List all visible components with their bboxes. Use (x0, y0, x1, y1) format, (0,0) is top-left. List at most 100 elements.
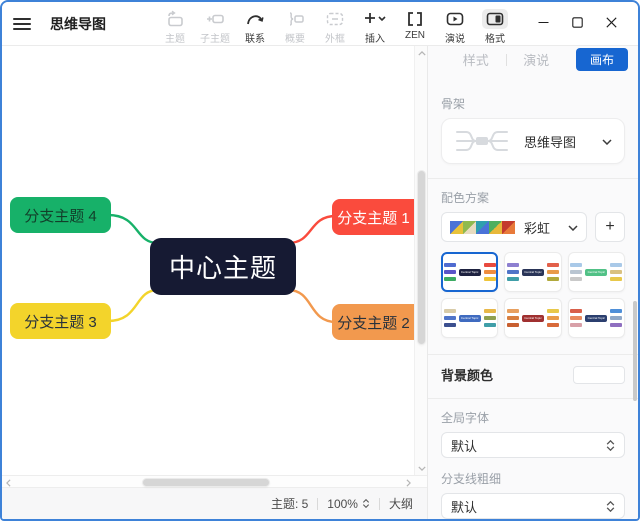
zoom-control[interactable]: 100% (327, 497, 370, 511)
status-separator (378, 497, 380, 510)
theme-thumbnail[interactable]: Central Topic (567, 252, 625, 292)
mini-branch-pill (443, 309, 456, 313)
mini-central-topic: Central Topic (521, 314, 544, 322)
summary-button[interactable]: 概要 (276, 7, 314, 47)
relation-button[interactable]: 联系 (236, 7, 274, 47)
theme-thumbnails: Central Topic Central Topic Central Topic C… (441, 252, 625, 338)
mini-branch-pill (570, 263, 583, 267)
mindmap-canvas[interactable]: 中心主题 分支主题 1 分支主题 2 分支主题 3 分支主题 4 (2, 46, 427, 475)
scroll-down-arrow-icon[interactable] (415, 462, 427, 474)
color-scheme-dropdown[interactable]: 彩虹 (441, 212, 587, 242)
mini-branch-pill (483, 323, 496, 327)
add-color-scheme-button[interactable]: + (595, 212, 625, 242)
theme-thumbnail[interactable]: Central Topic (504, 298, 562, 338)
zoom-stepper-icon[interactable] (362, 499, 370, 508)
outline-button[interactable]: 大纲 (389, 495, 413, 512)
insert-icon (360, 9, 390, 29)
branch-line-width-dropdown[interactable]: 默认 (441, 493, 625, 519)
divider (428, 398, 638, 399)
skeleton-dropdown[interactable]: 思维导图 (441, 118, 625, 164)
divider (428, 354, 638, 355)
tab-pitch[interactable]: 演说 (507, 50, 567, 69)
topic-button[interactable]: 主题 (156, 7, 194, 47)
mini-branch-pill (483, 270, 496, 274)
horizontal-scrollbar[interactable] (2, 475, 427, 488)
stepper-icon (606, 439, 615, 451)
branch-topic-4-node[interactable]: 分支主题 4 (10, 197, 111, 233)
mini-central-topic: Central Topic (458, 268, 481, 276)
mini-branch-pill (546, 323, 559, 327)
theme-thumbnail[interactable]: Central Topic (567, 298, 625, 338)
branch-topic-3-node[interactable]: 分支主题 3 (10, 303, 111, 339)
hamburger-icon (13, 15, 31, 33)
subtopic-icon (202, 9, 228, 29)
mini-branch-pill (506, 270, 519, 274)
mini-branch-pill (610, 309, 623, 313)
vertical-scroll-thumb[interactable] (417, 170, 426, 345)
insert-button[interactable]: 插入 (356, 7, 394, 47)
horizontal-scroll-thumb[interactable] (142, 478, 270, 487)
maximize-button[interactable] (564, 12, 590, 32)
stepper-icon (606, 500, 615, 512)
mini-branch-pill (610, 277, 623, 281)
mini-central-topic: Central Topic (585, 314, 608, 322)
background-color-swatch[interactable] (573, 365, 625, 384)
branch-line-width-value: 默认 (451, 499, 478, 515)
skeleton-value: 思维导图 (524, 134, 577, 150)
branch-topic-2-node[interactable]: 分支主题 2 (332, 304, 415, 340)
color-chip (489, 220, 502, 234)
format-button[interactable]: 格式 (476, 7, 514, 47)
mini-branch-pill (570, 277, 583, 281)
mini-central-topic: Central Topic (585, 268, 608, 276)
theme-thumbnail[interactable]: Central Topic (504, 252, 562, 292)
scroll-left-arrow-icon[interactable] (2, 476, 14, 489)
mini-central-topic: Central Topic (521, 268, 544, 276)
background-color-label: 背景颜色 (441, 368, 494, 383)
format-panel-icon (482, 9, 508, 29)
mini-branch-pill (570, 270, 583, 274)
mini-branch-pill (570, 323, 583, 327)
scroll-right-arrow-icon[interactable] (402, 476, 414, 489)
mini-branch-pill (483, 309, 496, 313)
menu-button[interactable] (2, 2, 42, 45)
branch-topic-1-node[interactable]: 分支主题 1 (332, 199, 415, 235)
boundary-button[interactable]: 外框 (316, 7, 354, 47)
mini-branch-pill (546, 263, 559, 267)
tab-canvas[interactable]: 画布 (576, 48, 629, 71)
global-font-dropdown[interactable]: 默认 (441, 432, 625, 458)
theme-thumbnail[interactable]: Central Topic (441, 298, 499, 338)
skeleton-label: 骨架 (441, 97, 466, 111)
canvas-column: 中心主题 分支主题 1 分支主题 2 分支主题 3 分支主题 4 主题: 5 1… (2, 46, 427, 519)
pitch-play-icon (442, 9, 468, 29)
close-button[interactable] (598, 12, 624, 32)
mini-branch-pill (610, 263, 623, 267)
mini-branch-pill (506, 309, 519, 313)
mini-central-topic: Central Topic (458, 314, 481, 322)
vertical-scrollbar[interactable] (414, 46, 427, 475)
mini-branch-pill (506, 316, 519, 320)
boundary-icon (322, 9, 348, 29)
mini-branch-pill (483, 277, 496, 281)
status-bar: 主题: 5 100% 大纲 (2, 488, 427, 519)
scroll-up-arrow-icon[interactable] (415, 47, 427, 59)
window-controls (514, 2, 638, 45)
relation-icon (242, 9, 268, 29)
theme-thumbnail[interactable]: Central Topic (441, 252, 499, 292)
panel-scroll-thumb[interactable] (633, 301, 637, 401)
subtopic-button[interactable]: 子主题 (196, 7, 234, 47)
mindmap-skeleton-icon (456, 131, 508, 151)
mini-branch-pill (443, 277, 456, 281)
mini-branch-pill (546, 277, 559, 281)
zen-button[interactable]: ZEN (396, 7, 434, 43)
toolbar: 主题 子主题 联系 概要 外框 插入 ZEN 演说 格式 (156, 2, 514, 45)
central-topic-node[interactable]: 中心主题 (150, 238, 296, 295)
mini-branch-pill (483, 263, 496, 267)
branch-line-width-label: 分支线粗细 (441, 472, 502, 486)
mini-branch-pill (443, 316, 456, 320)
pitch-button[interactable]: 演说 (436, 7, 474, 47)
chevron-down-icon (568, 218, 578, 236)
minimize-button[interactable] (530, 12, 556, 32)
summary-icon (282, 9, 308, 29)
tab-style[interactable]: 样式 (446, 50, 506, 69)
mini-branch-pill (506, 277, 519, 281)
